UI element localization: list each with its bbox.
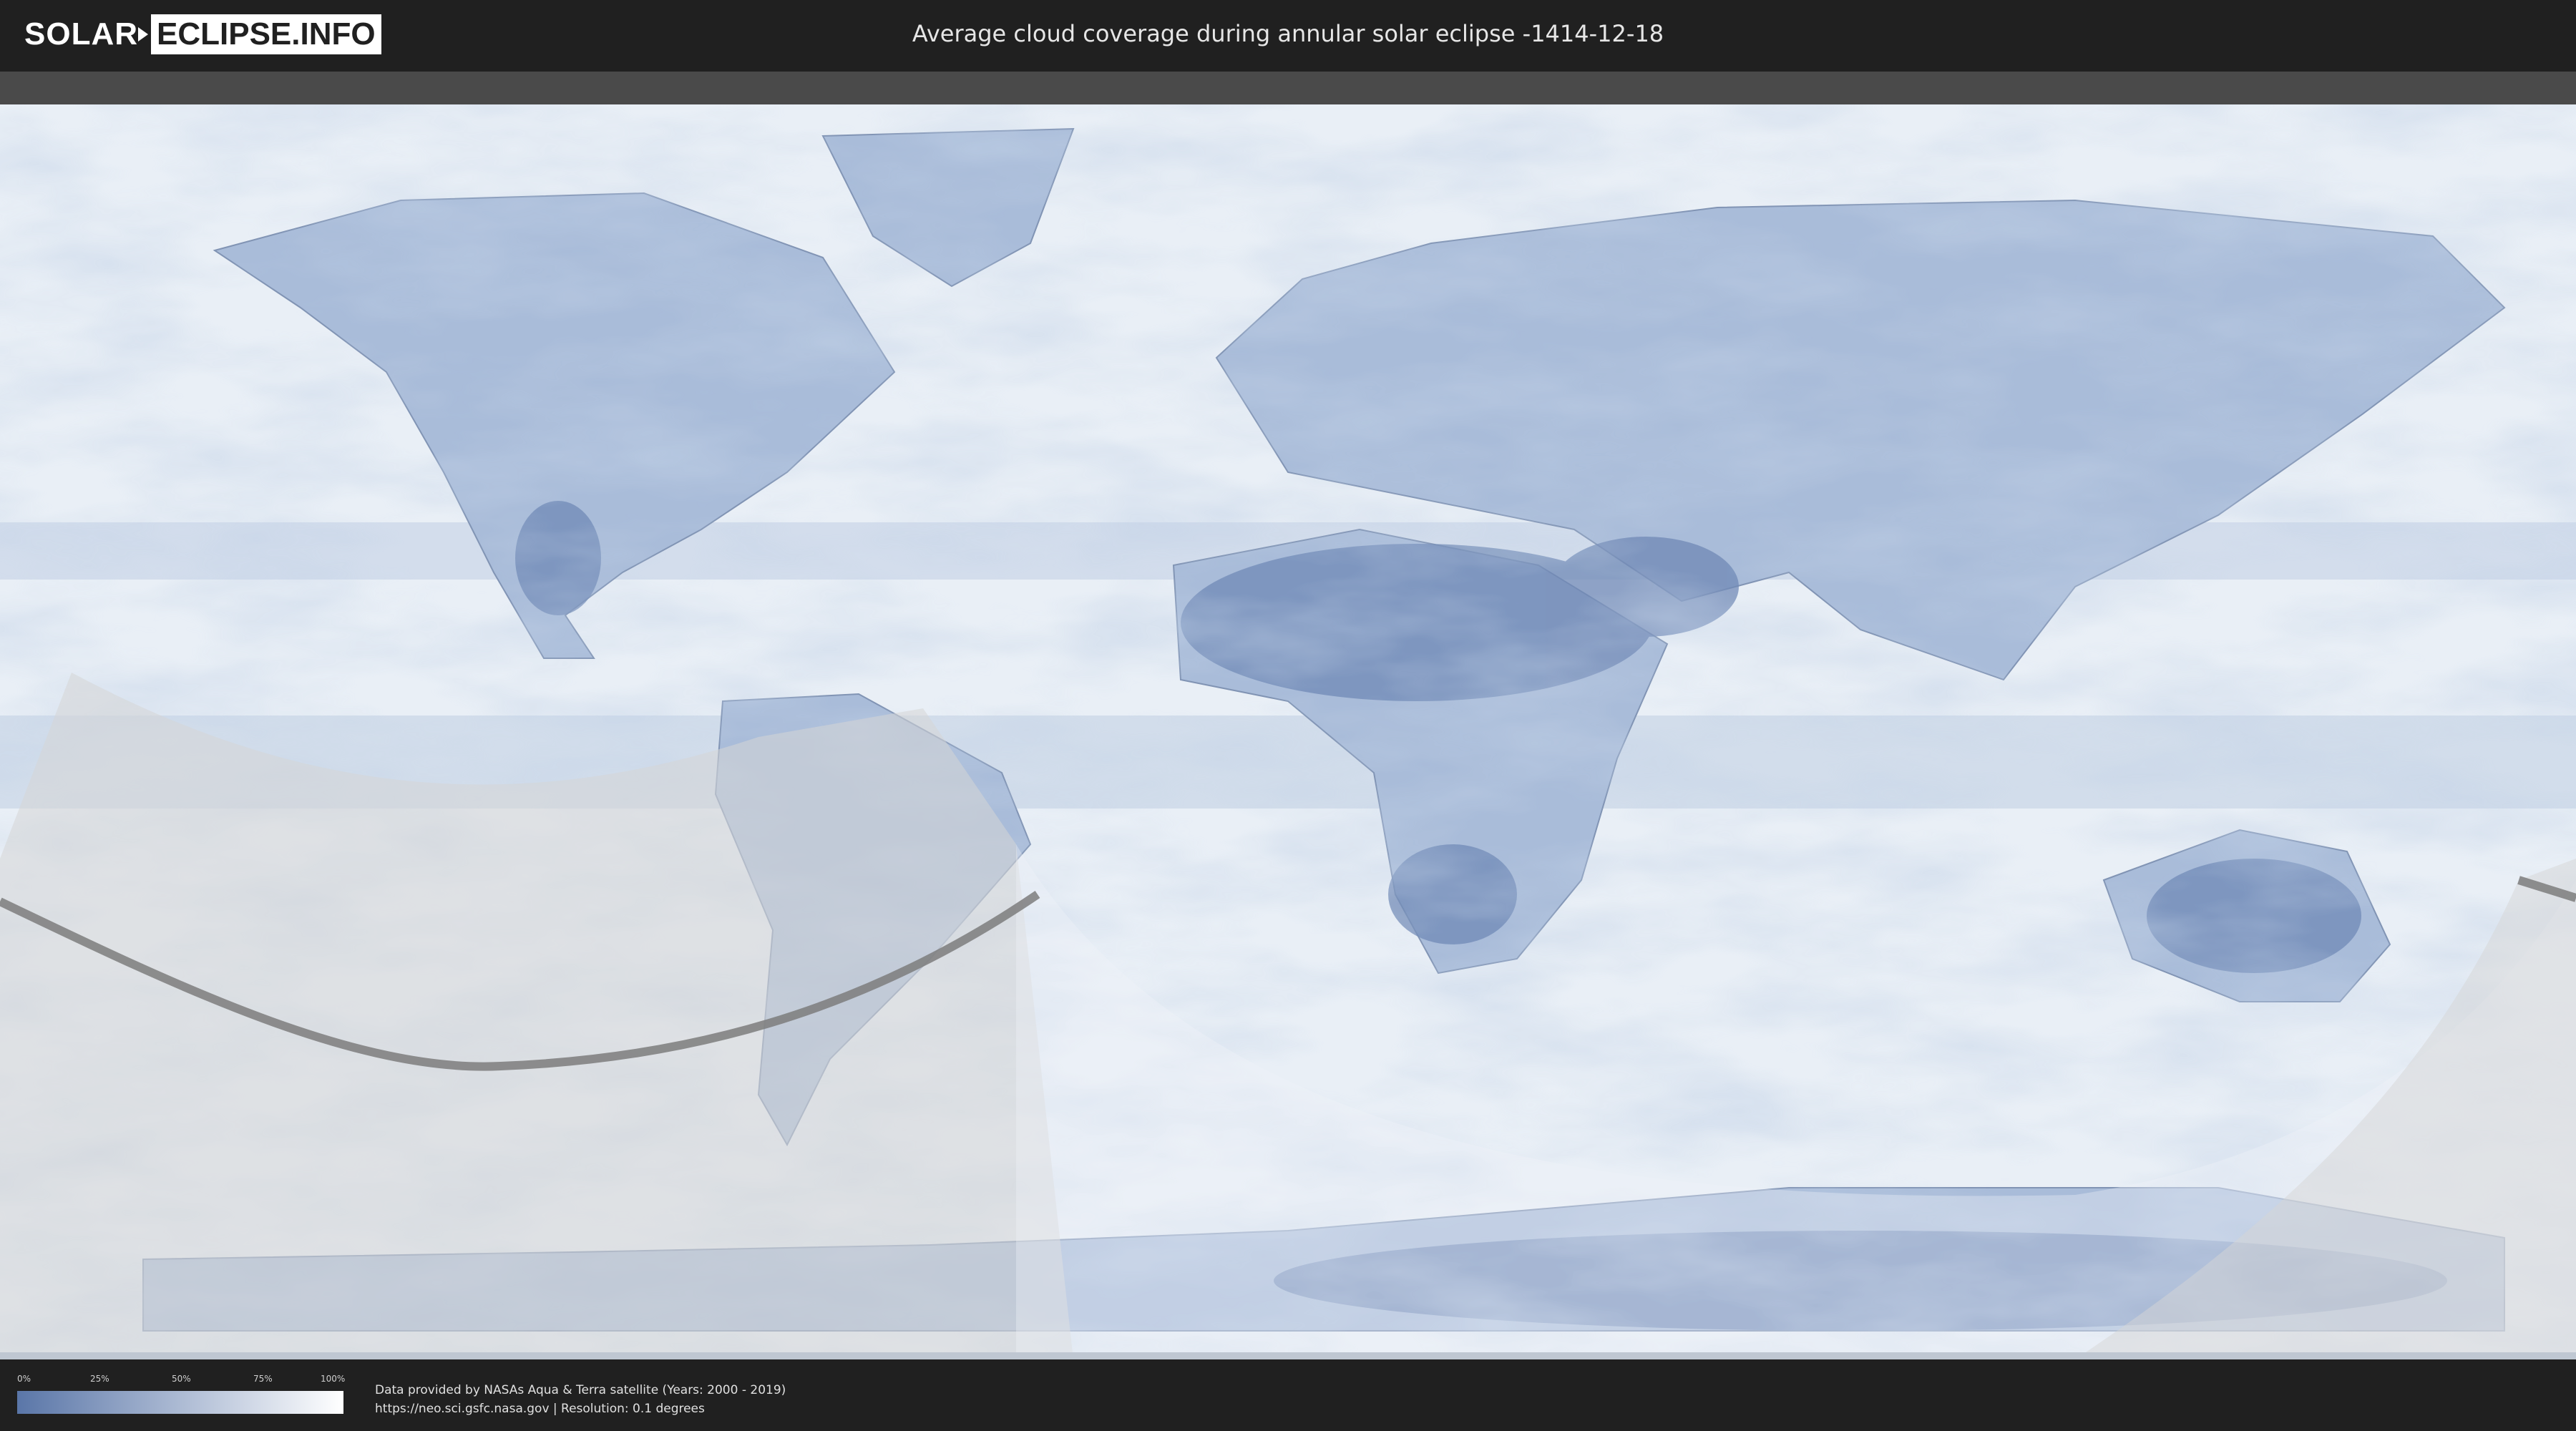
page-title: Average cloud coverage during annular so… — [912, 20, 1664, 47]
credit-line-source: Data provided by NASAs Aqua & Terra sate… — [375, 1383, 786, 1397]
header-bar: SOLAR ECLIPSE.INFO Average cloud coverag… — [0, 0, 2576, 72]
legend-tick-75: 75% — [253, 1374, 273, 1384]
data-credits: Data provided by NASAs Aqua & Terra sate… — [375, 1381, 786, 1418]
top-strip — [0, 72, 2576, 104]
cloud-coverage-map — [0, 72, 2576, 1359]
legend-tick-labels: 0% 25% 50% 75% 100% — [17, 1374, 346, 1387]
legend-tick-25: 25% — [90, 1374, 109, 1384]
cloud-coverage-legend: 0% 25% 50% 75% 100% — [17, 1374, 346, 1414]
legend-tick-0: 0% — [17, 1374, 31, 1384]
legend-tick-50: 50% — [172, 1374, 191, 1384]
legend-tick-100: 100% — [321, 1374, 346, 1384]
credit-line-url[interactable]: https://neo.sci.gsfc.nasa.gov | Resoluti… — [375, 1400, 786, 1418]
footer-bar: 0% 25% 50% 75% 100% Data provided by NAS… — [0, 1359, 2576, 1431]
map-bottom-edge — [0, 1352, 2576, 1359]
legend-gradient-bar — [17, 1391, 343, 1414]
